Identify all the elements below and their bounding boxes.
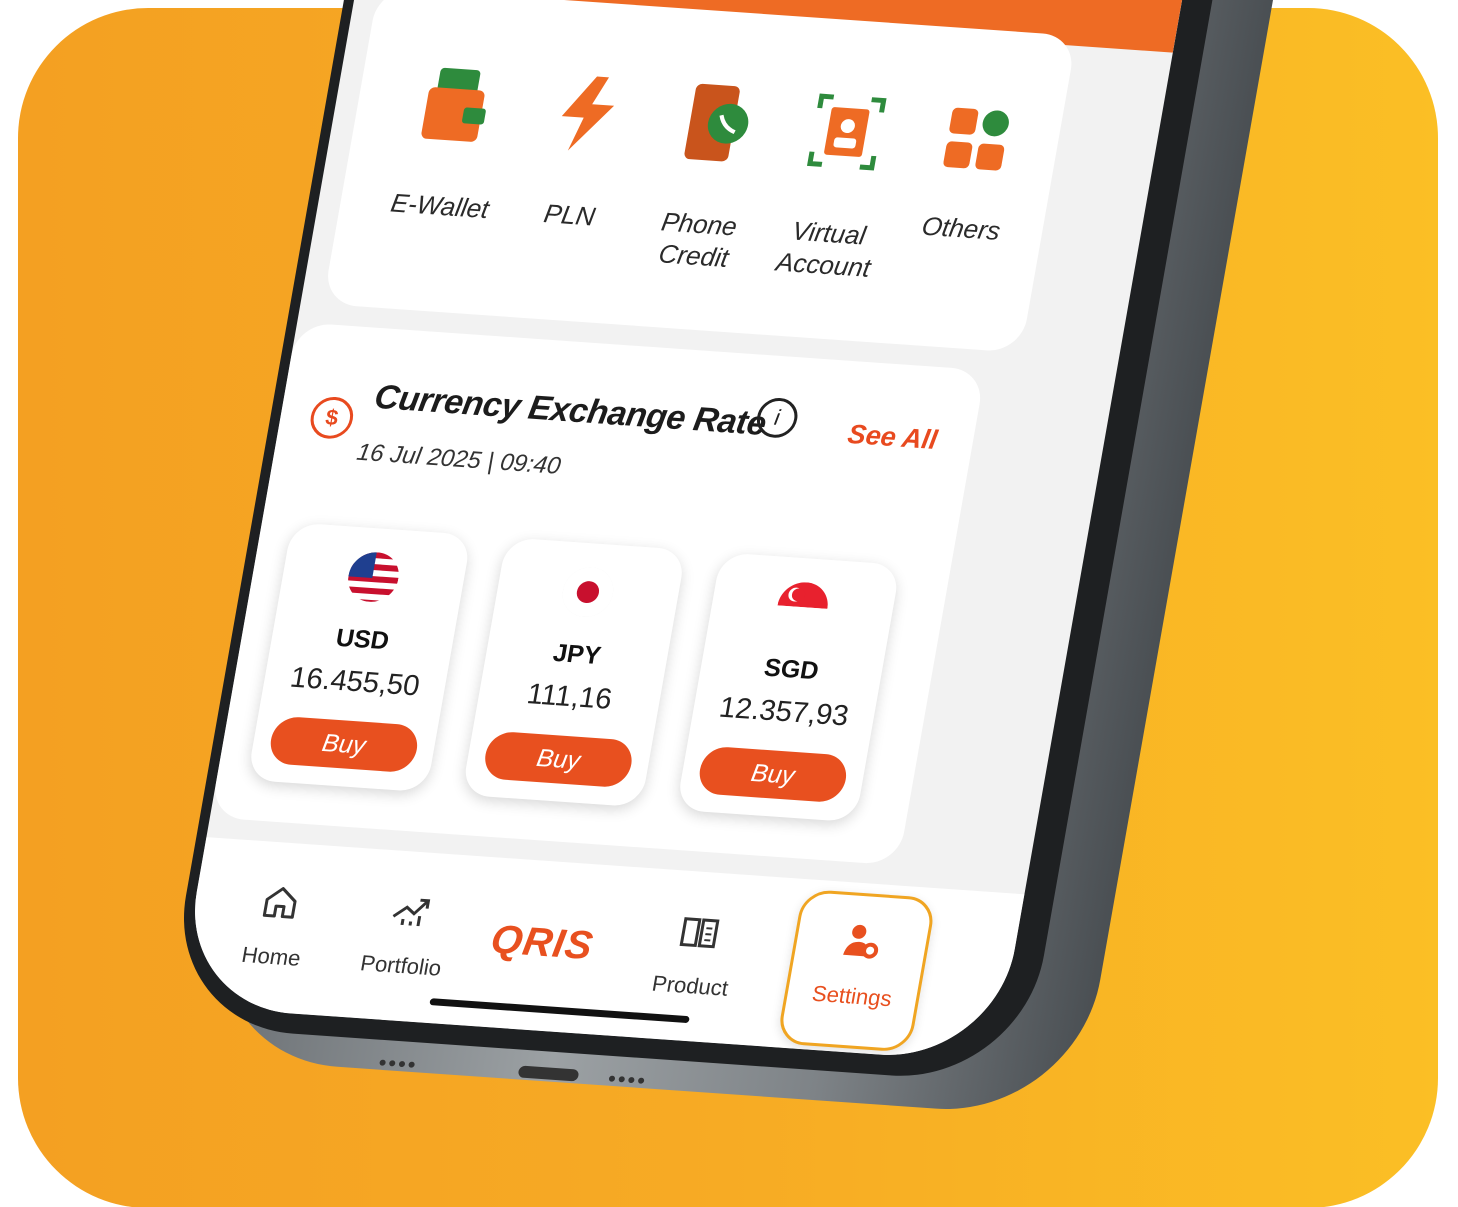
service-label: E-Wallet <box>388 187 492 225</box>
lightning-icon <box>543 70 631 158</box>
service-label: PLN <box>541 198 598 232</box>
service-label: Others <box>919 210 1003 246</box>
nav-portfolio[interactable]: Portfolio <box>344 888 469 983</box>
user-gear-icon <box>802 918 919 969</box>
phone-mockup: E-Wallet PLN Phone Credit Virtual Accoun… <box>133 0 1288 1145</box>
currency-code: JPY <box>550 638 603 670</box>
speaker-grill-left: •••• <box>376 1049 420 1078</box>
wallet-icon <box>413 61 501 149</box>
phone-icon <box>673 79 761 167</box>
section-title: Currency Exchange Rate <box>371 377 769 443</box>
buy-button[interactable]: Buy <box>266 715 421 774</box>
currency-card-jpy: JPY 111,16 Buy <box>461 537 687 808</box>
app-showcase: E-Wallet PLN Phone Credit Virtual Accoun… <box>0 0 1458 1207</box>
nav-settings[interactable]: Settings <box>775 888 937 1053</box>
currency-rate: 12.357,93 <box>716 691 852 733</box>
nav-settings-content: Settings <box>795 918 920 1013</box>
buy-button[interactable]: Buy <box>695 745 850 804</box>
nav-label: Product <box>650 970 731 1001</box>
nav-label: Home <box>239 941 303 971</box>
currency-code: USD <box>333 623 392 656</box>
nav-label: Settings <box>810 980 894 1012</box>
singapore-flag-icon <box>773 580 832 634</box>
us-flag-icon <box>344 550 403 604</box>
buy-button[interactable]: Buy <box>481 730 636 789</box>
rate-datetime: 16 Jul 2025 | 09:40 <box>354 438 563 480</box>
service-label: Phone Credit <box>656 206 740 273</box>
currency-exchange-panel: $ Currency Exchange Rate i See All 16 Ju… <box>209 322 986 866</box>
service-label: Virtual Account <box>773 215 873 283</box>
currency-rate: 111,16 <box>524 678 615 716</box>
currency-rate: 16.455,50 <box>287 661 423 703</box>
currency-card-usd: USD 16.455,50 Buy <box>246 522 472 793</box>
currency-code: SGD <box>761 653 821 686</box>
qris-button[interactable]: QRIS <box>487 917 597 969</box>
book-icon <box>641 908 758 959</box>
account-icon <box>803 88 891 176</box>
chart-trend-icon <box>351 888 468 939</box>
services-panel: E-Wallet PLN Phone Credit Virtual Accoun… <box>322 0 1077 353</box>
nav-product[interactable]: Product <box>633 908 758 1003</box>
currency-card-sgd: SGD 12.357,93 Buy <box>675 552 901 823</box>
grid-icon <box>932 97 1020 185</box>
currency-exchange-icon: $ <box>307 395 357 441</box>
nav-home[interactable]: Home <box>214 879 339 974</box>
see-all-link[interactable]: See All <box>845 419 939 456</box>
home-icon <box>222 879 339 930</box>
speaker-grill-right: •••• <box>606 1065 650 1094</box>
service-others[interactable]: Others <box>893 95 1048 249</box>
japan-flag-icon <box>558 565 618 619</box>
nav-label: Portfolio <box>358 950 444 981</box>
